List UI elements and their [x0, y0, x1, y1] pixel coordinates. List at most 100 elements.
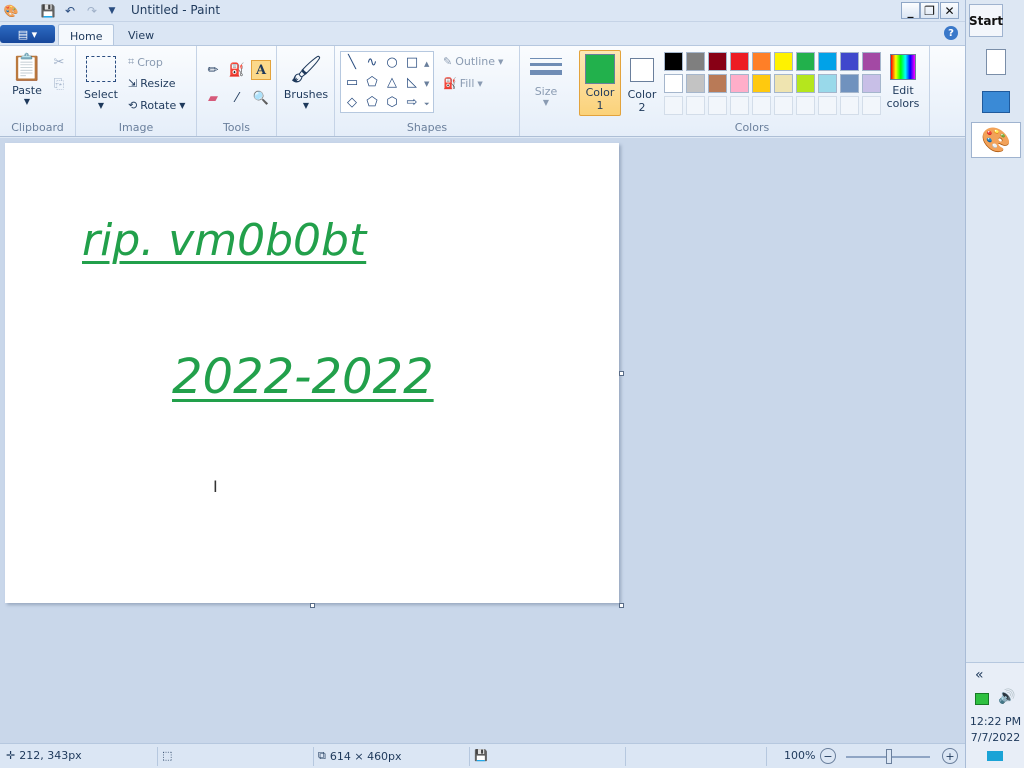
show-desktop-icon[interactable]: [987, 751, 1003, 761]
crosshair-icon: ✛: [6, 749, 16, 762]
resize-button[interactable]: ⇲ Resize: [128, 77, 175, 90]
color-swatch[interactable]: [752, 74, 771, 93]
custom-color-slot[interactable]: [840, 96, 859, 115]
fill-bucket-icon[interactable]: ⛽: [227, 60, 247, 80]
color-swatch[interactable]: [840, 74, 859, 93]
zoom-out-icon[interactable]: −: [820, 748, 836, 764]
color-swatch[interactable]: [664, 74, 683, 93]
custom-color-slot[interactable]: [796, 96, 815, 115]
rounded-rectangle-shape-icon[interactable]: ▭: [343, 74, 361, 90]
color-picker-icon[interactable]: ⁄: [227, 88, 247, 108]
copy-icon[interactable]: ⎘: [49, 74, 69, 94]
fill-button[interactable]: ⛽ Fill ▼: [443, 77, 483, 90]
curve-shape-icon[interactable]: ∿: [363, 54, 381, 70]
polygon-shape-icon[interactable]: ⬠: [363, 74, 381, 90]
resize-handle-bottom[interactable]: [310, 603, 315, 608]
minimize-button[interactable]: _: [901, 2, 920, 19]
eraser-icon[interactable]: ▰: [203, 88, 223, 108]
paint-menu-button[interactable]: ▤ ▾: [0, 25, 55, 43]
color-swatch[interactable]: [840, 52, 859, 71]
clock-date[interactable]: 7/7/2022: [966, 731, 1024, 744]
redo-icon[interactable]: ↷: [84, 3, 100, 19]
right-triangle-shape-icon[interactable]: ◺: [403, 74, 421, 90]
taskbar-control-panel-icon[interactable]: [971, 84, 1021, 120]
collapse-tray-icon[interactable]: «: [975, 667, 984, 683]
chevron-down-icon: ▼: [542, 98, 550, 107]
cut-icon[interactable]: ✂: [49, 52, 69, 72]
shapes-scroll-icon[interactable]: ▲ ▼ ⏷: [424, 54, 430, 114]
color1-button[interactable]: Color 1: [579, 50, 621, 116]
tab-home[interactable]: Home: [58, 24, 115, 46]
crop-button[interactable]: ⌗ Crop: [128, 55, 163, 69]
zoom-slider-thumb[interactable]: [886, 749, 892, 764]
close-button[interactable]: ✕: [940, 2, 959, 19]
custom-color-slot[interactable]: [818, 96, 837, 115]
triangle-shape-icon[interactable]: △: [383, 74, 401, 90]
color-swatch[interactable]: [686, 52, 705, 71]
color2-button[interactable]: Color 2: [623, 50, 661, 116]
color-swatch[interactable]: [664, 52, 683, 71]
clock-time[interactable]: 12:22 PM: [966, 715, 1024, 728]
line-shape-icon[interactable]: ╲: [343, 54, 361, 70]
rectangle-shape-icon[interactable]: □: [403, 54, 421, 70]
color-swatch[interactable]: [818, 52, 837, 71]
volume-icon[interactable]: 🔊: [998, 689, 1015, 705]
resize-handle-corner[interactable]: [619, 603, 624, 608]
rotate-button[interactable]: ⟲ Rotate ▼: [128, 99, 185, 112]
magnifier-icon[interactable]: 🔍: [251, 88, 271, 108]
color-swatch[interactable]: [796, 74, 815, 93]
color-swatch[interactable]: [730, 52, 749, 71]
oval-shape-icon[interactable]: ○: [383, 54, 401, 70]
ribbon: 📋 Paste ▼ ✂ ⎘ Clipboard Select ▼ ⌗ Crop ⇲…: [0, 45, 965, 137]
help-icon[interactable]: ?: [944, 26, 958, 40]
customize-quick-access-icon[interactable]: ▼: [104, 3, 120, 19]
custom-color-slot[interactable]: [752, 96, 771, 115]
custom-color-slot[interactable]: [664, 96, 683, 115]
edit-colors-label-b: colors: [886, 97, 920, 110]
diamond-shape-icon[interactable]: ◇: [343, 94, 361, 110]
fill-icon: ⛽: [443, 77, 457, 90]
custom-color-slot[interactable]: [862, 96, 881, 115]
custom-color-slot[interactable]: [708, 96, 727, 115]
color-swatch[interactable]: [774, 74, 793, 93]
size-button[interactable]: Size ▼: [526, 54, 566, 116]
zoom-in-icon[interactable]: +: [942, 748, 958, 764]
color-swatch[interactable]: [862, 52, 881, 71]
pentagon-shape-icon[interactable]: ⬠: [363, 94, 381, 110]
edit-colors-button[interactable]: Edit colors: [885, 52, 921, 116]
color-swatch[interactable]: [686, 74, 705, 93]
fill-label: Fill: [459, 77, 475, 90]
hexagon-shape-icon[interactable]: ⬡: [383, 94, 401, 110]
image-group: Select ▼ ⌗ Crop ⇲ Resize ⟲ Rotate ▼ Image: [76, 46, 197, 136]
select-button[interactable]: Select ▼: [82, 54, 120, 116]
restore-button[interactable]: ❐: [920, 2, 939, 19]
network-icon[interactable]: [975, 693, 989, 705]
start-button[interactable]: Start: [969, 4, 1003, 37]
arrow-shape-icon[interactable]: ⇨: [403, 94, 421, 110]
resize-handle-right[interactable]: [619, 371, 624, 376]
custom-color-slot[interactable]: [730, 96, 749, 115]
text-icon[interactable]: A: [251, 60, 271, 80]
color1-label-b: 1: [596, 99, 604, 112]
brushes-button[interactable]: 🖌 Brushes ▼: [283, 52, 329, 116]
taskbar-paint-icon[interactable]: 🎨: [971, 122, 1021, 158]
tab-view[interactable]: View: [117, 24, 165, 46]
color-swatch[interactable]: [752, 52, 771, 71]
save-icon[interactable]: 💾: [40, 3, 56, 19]
custom-color-slot[interactable]: [686, 96, 705, 115]
custom-color-slot[interactable]: [774, 96, 793, 115]
paint-app-icon[interactable]: 🎨: [3, 3, 19, 19]
color-swatch[interactable]: [818, 74, 837, 93]
taskbar-document-icon[interactable]: [971, 44, 1021, 80]
undo-icon[interactable]: ↶: [62, 3, 78, 19]
color-swatch[interactable]: [730, 74, 749, 93]
color-swatch[interactable]: [774, 52, 793, 71]
outline-button[interactable]: ✎ Outline ▼: [443, 55, 503, 68]
color-swatch[interactable]: [708, 74, 727, 93]
paste-button[interactable]: 📋 Paste ▼: [8, 52, 46, 116]
drawing-canvas[interactable]: rip. vm0b0bt 2022-2022 I: [5, 143, 619, 603]
color-swatch[interactable]: [862, 74, 881, 93]
pencil-icon[interactable]: ✏: [203, 60, 223, 80]
color-swatch[interactable]: [796, 52, 815, 71]
color-swatch[interactable]: [708, 52, 727, 71]
